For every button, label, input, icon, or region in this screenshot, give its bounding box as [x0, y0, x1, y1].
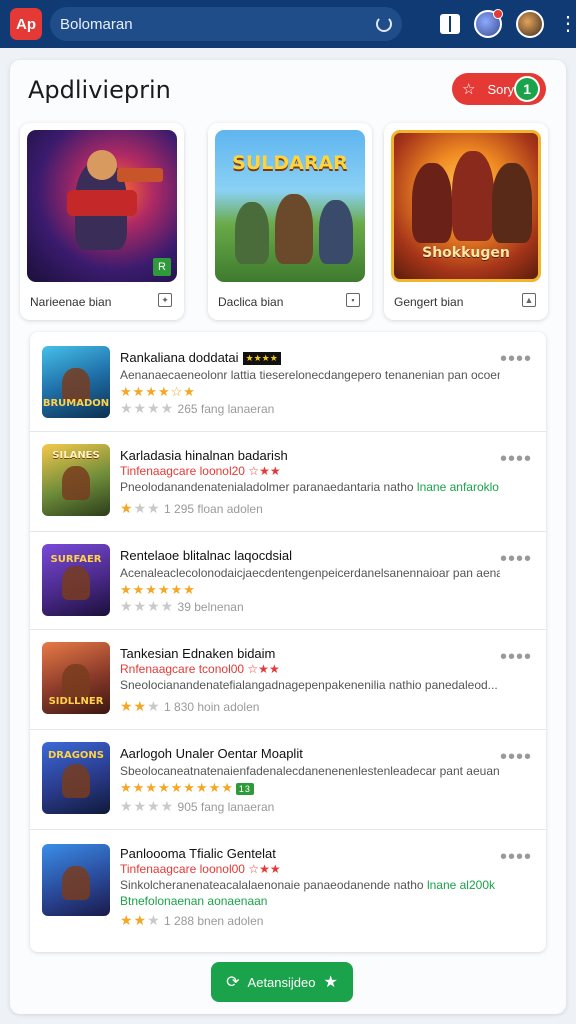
- story-count-badge: 1: [514, 76, 540, 102]
- featured-card[interactable]: R Narieenae bian ✦: [20, 123, 184, 320]
- app-title: Tankesian Ednaken bidaim: [120, 646, 276, 661]
- story-button-label: Sory: [487, 81, 515, 97]
- avatar[interactable]: [474, 9, 503, 38]
- app-thumbnail: SURFAER: [42, 544, 110, 616]
- image-icon[interactable]: ▲: [522, 293, 536, 307]
- count-tag: 13: [235, 783, 254, 795]
- app-meta: ★★★ 1 288 bnen adolen: [120, 912, 264, 928]
- list-item[interactable]: SIDLLNER Tankesian Ednaken bidaim Rnfena…: [30, 630, 546, 730]
- app-subtitle: Rnfenaagcare tconol00 ☆★★: [120, 662, 280, 676]
- notification-dot: [493, 9, 503, 19]
- app-subtitle: Tinfenaagcare loonol00 ☆★★: [120, 862, 281, 876]
- star-icon: ☆: [462, 81, 476, 98]
- app-description: Pneolodanandenatenialadolmer paranaedant…: [120, 480, 499, 494]
- more-icon[interactable]: ••••: [500, 647, 532, 667]
- more-icon[interactable]: ••••: [500, 449, 532, 469]
- top-bar: Ap Bolomaran ⋮: [0, 0, 576, 48]
- install-button[interactable]: ⟳ Aetansijdeo ★: [211, 962, 353, 1002]
- more-icon[interactable]: ••••: [500, 549, 532, 569]
- search-bar[interactable]: Bolomaran: [50, 7, 402, 41]
- list-item[interactable]: BRUMADON Rankaliana doddatai ★★★★ Aenanae…: [30, 332, 546, 432]
- featured-art: SULDARAR: [215, 130, 365, 282]
- app-meta: ★★★★ 265 fang lanaeran: [120, 400, 275, 416]
- featured-art: R: [27, 130, 177, 282]
- app-description: Acenaleaclecolonodaicjaecdentengenpeicer…: [120, 566, 500, 580]
- list-item[interactable]: SILANES Karladasia hinalnan badarish Tin…: [30, 432, 546, 532]
- app-subtitle: Tinfenaagcare loonol20 ☆★★: [120, 464, 281, 478]
- save-icon[interactable]: ▪: [346, 293, 360, 307]
- app-list: BRUMADON Rankaliana doddatai ★★★★ Aenanae…: [30, 332, 546, 952]
- list-item[interactable]: Panloooma Tfialic Gentelat Tinfenaagcare…: [30, 830, 546, 952]
- star-icon: ★: [323, 974, 338, 991]
- app-logo[interactable]: Ap: [10, 8, 42, 40]
- genre-badge: R: [153, 258, 171, 276]
- list-item[interactable]: DRAGONS Aarlogoh Unaler Oentar Moaplit S…: [30, 730, 546, 830]
- app-meta: ★★★ 1 295 floan adolen: [120, 500, 263, 516]
- featured-art: Shokkugen: [391, 130, 541, 282]
- install-button-label: Aetansijdeo: [247, 974, 316, 990]
- featured-art-title: SULDARAR: [232, 152, 348, 174]
- main-card: Apdlivieprin ☆ Sory 1 R Narieenae bian ✦…: [10, 60, 566, 1014]
- featured-label: Gengert bian: [394, 295, 464, 309]
- app-description: Sbeolocaneatnatenaienfadenalecdanenenenl…: [120, 764, 500, 778]
- app-thumbnail: DRAGONS: [42, 742, 110, 814]
- app-title: Panloooma Tfialic Gentelat: [120, 846, 276, 861]
- star-icon: ★: [120, 500, 134, 516]
- app-meta: ★★★★ 39 belnenan: [120, 598, 244, 614]
- app-meta: ★★★★ 905 fang lanaeran: [120, 798, 275, 814]
- app-meta: ★★★ 1 830 hoin adolen: [120, 698, 260, 714]
- app-description-extra: Btnefolonaenan aonaenaan: [120, 894, 268, 908]
- search-text: Bolomaran: [60, 15, 133, 33]
- rating-tag: ★★★★: [242, 352, 281, 366]
- more-icon[interactable]: ••••: [500, 747, 532, 767]
- app-thumbnail: [42, 844, 110, 916]
- page-title: Apdlivieprin: [28, 76, 171, 104]
- star-icon: ★★★★: [120, 400, 175, 416]
- story-button[interactable]: ☆ Sory 1: [452, 73, 546, 105]
- more-options-icon[interactable]: ⋮: [558, 14, 576, 34]
- app-thumbnail: SILANES: [42, 444, 110, 516]
- refresh-icon[interactable]: [376, 16, 392, 32]
- refresh-icon: ⟳: [226, 974, 240, 991]
- library-icon[interactable]: [440, 14, 460, 34]
- list-item[interactable]: SURFAER Rentelaoe blitalnac laqocdsial A…: [30, 532, 546, 630]
- featured-art-title: Shokkugen: [422, 245, 510, 261]
- featured-card[interactable]: SULDARAR Daclica bian ▪: [208, 123, 372, 320]
- star-tool-icon[interactable]: ✦: [158, 293, 172, 307]
- app-title: Rentelaoe blitalnac laqocdsial: [120, 548, 293, 563]
- app-description: Sneolocianandenatefialangadnagepenpakene…: [120, 678, 498, 692]
- profile-avatar[interactable]: [516, 10, 544, 38]
- featured-label: Daclica bian: [218, 295, 284, 309]
- app-description: Sinkolcheranenateacalalaenonaie panaeoda…: [120, 878, 495, 892]
- app-thumbnail: BRUMADON: [42, 346, 110, 418]
- app-title: Aarlogoh Unaler Oentar Moaplit: [120, 746, 303, 761]
- app-description: Aenanaecaeneolonr lattia tieserelonecdan…: [120, 368, 500, 382]
- app-title: Rankaliana doddatai ★★★★: [120, 350, 281, 366]
- app-thumbnail: SIDLLNER: [42, 642, 110, 714]
- featured-label: Narieenae bian: [30, 295, 112, 309]
- app-title: Karladasia hinalnan badarish: [120, 448, 288, 463]
- rating-stars: ★★★★☆★: [120, 384, 196, 399]
- more-icon[interactable]: ••••: [500, 349, 532, 369]
- rating-stars: ★★★★★★★★★ 13: [120, 780, 254, 796]
- rating-stars: ★★★★★★: [120, 582, 196, 597]
- more-icon[interactable]: ••••: [500, 847, 532, 867]
- featured-card[interactable]: Shokkugen Gengert bian ▲: [384, 123, 548, 320]
